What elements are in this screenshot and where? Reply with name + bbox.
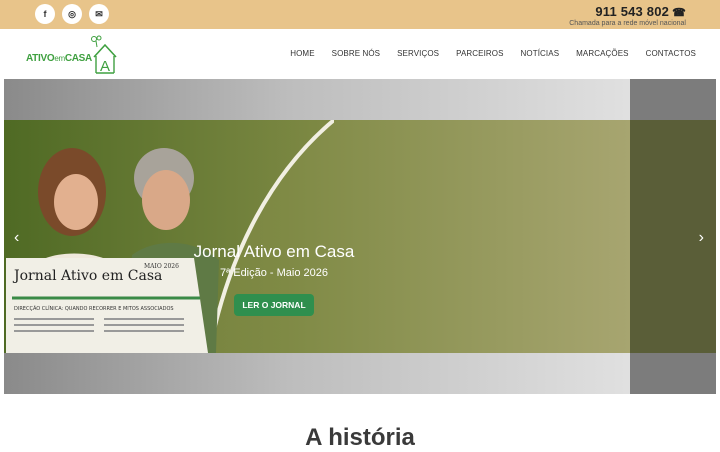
nav-marcacoes[interactable]: MARCAÇÕES	[576, 49, 628, 58]
nav-home[interactable]: HOME	[290, 49, 314, 58]
phone-contact[interactable]: 911 543 802 ☎ Chamada para a rede móvel n…	[569, 4, 686, 27]
newspaper-title: Jornal Ativo em Casa	[12, 268, 162, 284]
logo-word-ativo: ATIVO	[26, 53, 55, 64]
newspaper-headline: DIRECÇÃO CLÍNICA: QUANDO RECORRER E MITO…	[14, 305, 174, 312]
logo-letter: A	[100, 58, 110, 75]
email-icon[interactable]: ✉	[89, 4, 109, 24]
facebook-icon[interactable]: f	[35, 4, 55, 24]
prev-slide-icon[interactable]: ‹	[14, 229, 19, 247]
phone-icon: ☎	[672, 7, 686, 19]
nav-sobre-nos[interactable]: SOBRE NÓS	[332, 49, 380, 58]
section-title: A história	[305, 424, 415, 451]
hero-carousel: Jornal Ativo em Casa MAIO 2026 DIRECÇÃO …	[4, 79, 716, 394]
logo[interactable]: A ATIVOemCASA	[26, 35, 126, 75]
top-bar: f ◎ ✉ 911 543 802 ☎ Chamada para a rede m…	[0, 0, 720, 29]
hero-photo: Jornal Ativo em Casa MAIO 2026 DIRECÇÃO …	[4, 120, 334, 353]
phone-number[interactable]: 911 543 802	[595, 4, 669, 19]
logo-word-em: em	[54, 54, 65, 63]
site-header: A ATIVOemCASA HOME SOBRE NÓS SERVIÇOS PA…	[0, 29, 720, 79]
hero-title: Jornal Ativo em Casa	[193, 242, 355, 261]
main-nav: HOME SOBRE NÓS SERVIÇOS PARCEIROS NOTÍCI…	[273, 49, 696, 58]
nav-contactos[interactable]: CONTACTOS	[646, 49, 696, 58]
hero-slide: Jornal Ativo em Casa MAIO 2026 DIRECÇÃO …	[4, 120, 630, 353]
logo-word-casa: CASA	[64, 53, 92, 64]
phone-note: Chamada para a rede móvel nacional	[569, 20, 686, 27]
logo-text: ATIVOemCASA	[26, 53, 92, 64]
nav-servicos[interactable]: SERVIÇOS	[397, 49, 439, 58]
instagram-icon[interactable]: ◎	[62, 4, 82, 24]
phone-number-row[interactable]: 911 543 802 ☎	[569, 4, 686, 19]
hero-subtitle: 7ª Edição - Maio 2026	[219, 267, 329, 279]
read-journal-button[interactable]: LER O JORNAL	[234, 294, 314, 316]
nav-parceiros[interactable]: PARCEIROS	[456, 49, 503, 58]
nav-noticias[interactable]: NOTÍCIAS	[521, 49, 560, 58]
next-slide-icon[interactable]: ›	[699, 229, 704, 247]
